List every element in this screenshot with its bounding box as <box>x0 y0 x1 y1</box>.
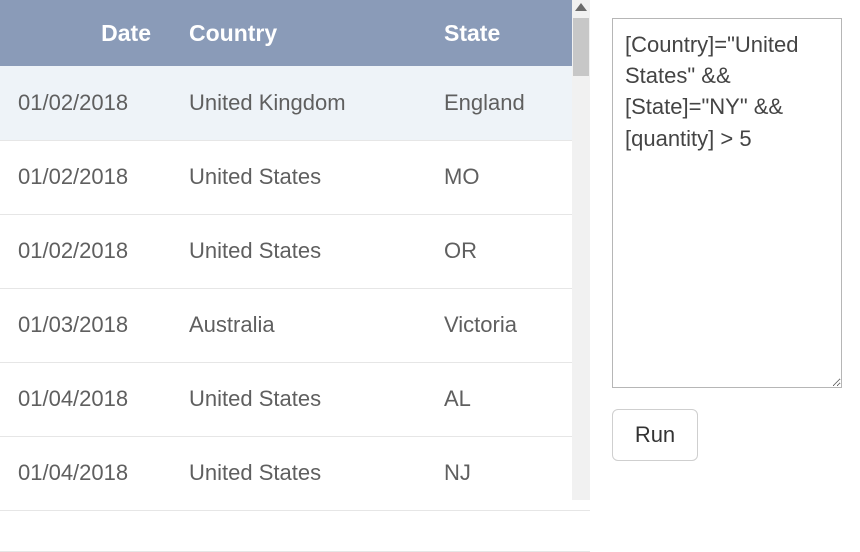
column-header-country[interactable]: Country <box>175 0 430 66</box>
cell-country: United States <box>175 362 430 436</box>
cell-date: 01/03/2018 <box>0 288 175 362</box>
scroll-thumb[interactable] <box>573 18 589 76</box>
cell-state <box>430 510 590 551</box>
cell-state: MO <box>430 140 590 214</box>
data-table: Date Country State 01/02/2018 United Kin… <box>0 0 590 552</box>
query-input[interactable] <box>612 18 842 388</box>
cell-date: 01/04/2018 <box>0 362 175 436</box>
cell-country: United Kingdom <box>175 66 430 140</box>
cell-state: AL <box>430 362 590 436</box>
scroll-up-icon[interactable] <box>575 3 587 11</box>
cell-country <box>175 510 430 551</box>
column-header-state[interactable]: State <box>430 0 590 66</box>
vertical-scrollbar[interactable] <box>572 0 590 500</box>
run-button[interactable]: Run <box>612 409 698 461</box>
cell-country: United States <box>175 436 430 510</box>
cell-state: NJ <box>430 436 590 510</box>
cell-date: 01/04/2018 <box>0 436 175 510</box>
table-row[interactable]: 01/02/2018 United States OR <box>0 214 590 288</box>
cell-date: 01/02/2018 <box>0 140 175 214</box>
cell-state: Victoria <box>430 288 590 362</box>
cell-country: United States <box>175 214 430 288</box>
table-row[interactable]: 01/04/2018 United States AL <box>0 362 590 436</box>
data-table-container: Date Country State 01/02/2018 United Kin… <box>0 0 590 500</box>
table-row[interactable]: 01/03/2018 Australia Victoria <box>0 288 590 362</box>
cell-date: 01/02/2018 <box>0 66 175 140</box>
column-header-date[interactable]: Date <box>0 0 175 66</box>
table-row[interactable]: 01/02/2018 United States MO <box>0 140 590 214</box>
table-row[interactable]: 01/02/2018 United Kingdom England <box>0 66 590 140</box>
cell-country: United States <box>175 140 430 214</box>
cell-date: 01/02/2018 <box>0 214 175 288</box>
cell-state: England <box>430 66 590 140</box>
cell-state: OR <box>430 214 590 288</box>
cell-date <box>0 510 175 551</box>
cell-country: Australia <box>175 288 430 362</box>
table-row[interactable]: 01/04/2018 United States NJ <box>0 436 590 510</box>
query-panel: Run <box>590 0 860 500</box>
table-row[interactable] <box>0 510 590 551</box>
